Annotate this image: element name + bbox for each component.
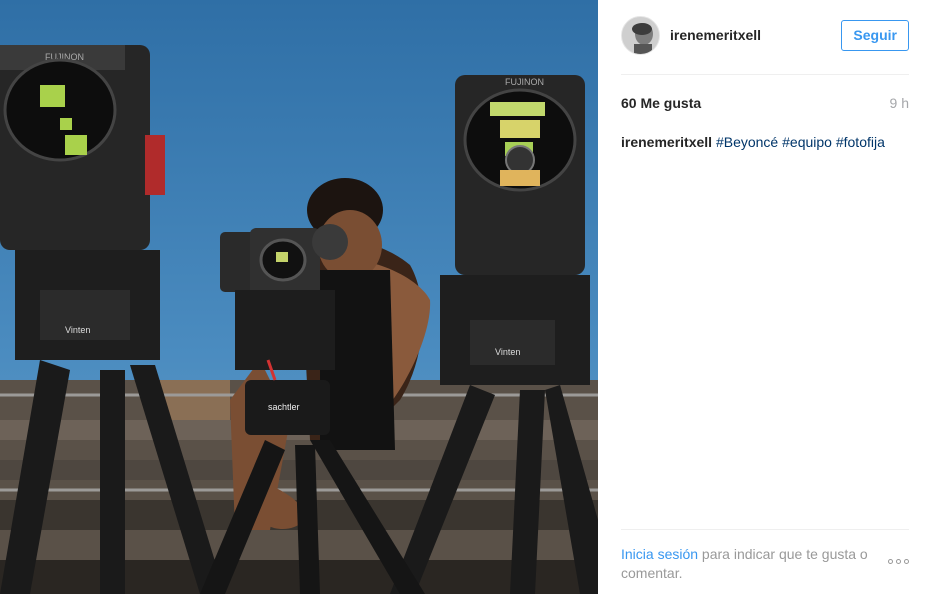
username[interactable]: irenemeritxell [670,27,761,43]
login-prompt: Inicia sesión para indicar que te gusta … [621,545,909,583]
more-dot [896,559,901,564]
hashtag-beyonce[interactable]: #Beyoncé [716,134,778,150]
svg-text:sachtler: sachtler [268,402,300,412]
post-photo[interactable]: FUJINON Vinten FUJINON Vinten sachtler [0,0,598,594]
fujinon-label-right: FUJINON [505,77,544,87]
footer-divider [621,529,909,530]
svg-text:Vinten: Vinten [65,325,90,335]
login-link[interactable]: Inicia sesión [621,546,698,562]
hashtag-fotofija[interactable]: #fotofija [836,134,885,150]
post-time[interactable]: 9 h [890,95,909,111]
svg-text:Vinten: Vinten [495,347,520,357]
post-caption: irenemeritxell #Beyoncé #equipo #fotofij… [621,133,909,151]
more-dot [888,559,893,564]
post-header: irenemeritxell Seguir [621,15,909,55]
more-dot [904,559,909,564]
likes-count[interactable]: 60 Me gusta [621,95,701,111]
header-divider [621,74,909,75]
avatar[interactable] [621,15,660,55]
avatar-image [622,16,659,54]
photo-illustration: FUJINON Vinten FUJINON Vinten sachtler [0,0,598,594]
hashtag-equipo[interactable]: #equipo [782,134,832,150]
post-info-panel: irenemeritxell Seguir 60 Me gusta 9 h ir… [598,0,929,594]
follow-button[interactable]: Seguir [841,19,909,51]
more-options-icon[interactable] [888,559,909,564]
likes-row: 60 Me gusta 9 h [621,95,909,111]
caption-username[interactable]: irenemeritxell [621,134,712,150]
